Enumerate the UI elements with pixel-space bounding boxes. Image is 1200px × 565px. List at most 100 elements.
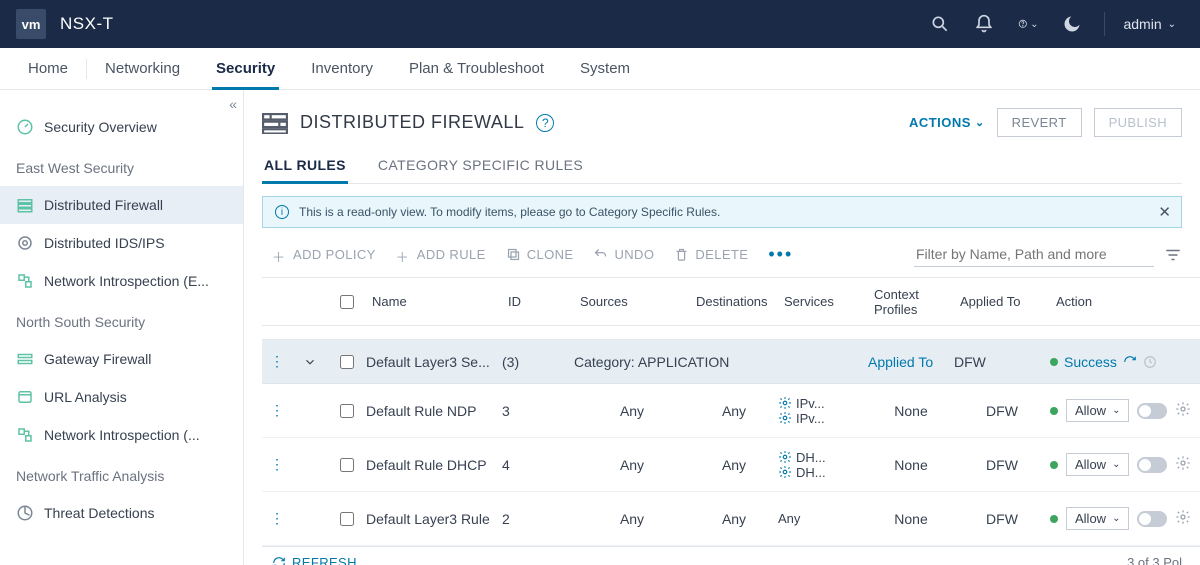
row-count: 3 of 3 Pol bbox=[1127, 555, 1182, 565]
drag-handle-icon[interactable]: ⋮ bbox=[262, 456, 292, 473]
col-services[interactable]: Services bbox=[778, 290, 868, 313]
help-icon[interactable]: ? bbox=[536, 114, 554, 132]
applied-to-link[interactable]: Applied To bbox=[868, 354, 933, 370]
main-panel: DISTRIBUTED FIREWALL ? ACTIONS ⌄ REVERT … bbox=[244, 90, 1200, 565]
row-checkbox[interactable] bbox=[340, 512, 354, 526]
clock-icon bbox=[1143, 355, 1157, 369]
sidebar-collapse-icon[interactable]: « bbox=[229, 96, 237, 112]
drag-handle-icon[interactable]: ⋮ bbox=[262, 353, 292, 370]
rule-toggle[interactable] bbox=[1137, 403, 1167, 419]
col-id[interactable]: ID bbox=[502, 290, 574, 313]
rule-id: 2 bbox=[502, 511, 574, 527]
rule-sources: Any bbox=[574, 403, 690, 419]
rule-toggle[interactable] bbox=[1137, 457, 1167, 473]
sidebar-item-distributed-firewall[interactable]: Distributed Firewall bbox=[0, 186, 243, 224]
add-policy-button[interactable]: ＋ADD POLICY bbox=[272, 247, 376, 262]
table-footer: REFRESH 3 of 3 Pol bbox=[262, 546, 1200, 565]
expand-caret-icon[interactable] bbox=[292, 355, 328, 369]
actions-menu[interactable]: ACTIONS ⌄ bbox=[909, 115, 985, 130]
info-icon: i bbox=[275, 205, 289, 219]
nav-tab-plan-troubleshoot[interactable]: Plan & Troubleshoot bbox=[391, 48, 562, 89]
action-select[interactable]: Allow⌄ bbox=[1066, 453, 1129, 476]
select-all-checkbox[interactable] bbox=[340, 295, 354, 309]
nav-tab-inventory[interactable]: Inventory bbox=[293, 48, 391, 89]
action-select[interactable]: Allow⌄ bbox=[1066, 399, 1129, 422]
refresh-button[interactable]: REFRESH bbox=[272, 555, 357, 565]
toolbar-label: ADD POLICY bbox=[293, 247, 376, 262]
col-destinations[interactable]: Destinations bbox=[690, 290, 778, 313]
col-action[interactable]: Action bbox=[1050, 290, 1200, 313]
sidebar-item-network-introspection-ew[interactable]: Network Introspection (E... bbox=[0, 262, 243, 300]
rule-id: 3 bbox=[502, 403, 574, 419]
rule-destinations: Any bbox=[690, 403, 778, 419]
sidebar-group-north-south: North South Security bbox=[0, 300, 243, 340]
status-text: Success bbox=[1064, 354, 1117, 370]
publish-button[interactable]: PUBLISH bbox=[1094, 108, 1182, 137]
dark-mode-icon[interactable] bbox=[1062, 14, 1082, 34]
nav-tab-system[interactable]: System bbox=[562, 48, 648, 89]
rule-toggle[interactable] bbox=[1137, 511, 1167, 527]
chevron-down-icon: ⌄ bbox=[975, 116, 985, 129]
col-context-profiles[interactable]: Context Profiles bbox=[868, 283, 954, 321]
toolbar-label: UNDO bbox=[614, 247, 654, 262]
sidebar-item-url-analysis[interactable]: URL Analysis bbox=[0, 378, 243, 416]
more-menu[interactable]: ••• bbox=[768, 244, 793, 265]
top-bar: vm NSX-T ⌄ admin ⌄ bbox=[0, 0, 1200, 48]
filter-icon[interactable] bbox=[1164, 246, 1182, 264]
sidebar-item-security-overview[interactable]: Security Overview bbox=[0, 108, 243, 146]
filter-input[interactable] bbox=[914, 242, 1154, 267]
revert-button[interactable]: REVERT bbox=[997, 108, 1082, 137]
table-row[interactable]: ⋮ Default Rule NDP 3 Any Any IPv...IPv..… bbox=[262, 384, 1200, 438]
col-name[interactable]: Name bbox=[366, 290, 502, 313]
toolbar-label: DELETE bbox=[695, 247, 748, 262]
gear-icon[interactable] bbox=[1175, 401, 1191, 420]
clone-button[interactable]: CLONE bbox=[506, 247, 574, 262]
col-sources[interactable]: Sources bbox=[574, 290, 690, 313]
status-dot-icon bbox=[1050, 407, 1058, 415]
close-icon[interactable]: ✕ bbox=[1158, 203, 1171, 221]
drag-handle-icon[interactable]: ⋮ bbox=[262, 510, 292, 527]
row-checkbox[interactable] bbox=[340, 458, 354, 472]
action-select[interactable]: Allow⌄ bbox=[1066, 507, 1129, 530]
primary-nav: Home Networking Security Inventory Plan … bbox=[0, 48, 1200, 90]
nav-tab-security[interactable]: Security bbox=[198, 48, 293, 89]
sidebar-item-distributed-ids-ips[interactable]: Distributed IDS/IPS bbox=[0, 224, 243, 262]
product-name: NSX-T bbox=[60, 14, 114, 34]
gear-icon bbox=[778, 465, 792, 479]
refresh-icon[interactable] bbox=[1123, 355, 1137, 369]
user-menu[interactable]: admin ⌄ bbox=[1123, 16, 1176, 32]
subtab-category-specific[interactable]: CATEGORY SPECIFIC RULES bbox=[376, 151, 585, 183]
rule-applied-to: DFW bbox=[954, 403, 1050, 419]
table-toolbar: ＋ADD POLICY ＋ADD RULE CLONE UNDO DELETE … bbox=[262, 238, 1200, 277]
refresh-label: REFRESH bbox=[292, 555, 357, 565]
gear-icon[interactable] bbox=[1175, 455, 1191, 474]
nav-tab-home[interactable]: Home bbox=[10, 48, 86, 89]
col-applied-to[interactable]: Applied To bbox=[954, 290, 1050, 313]
nav-tab-networking[interactable]: Networking bbox=[87, 48, 198, 89]
rule-applied-to: DFW bbox=[954, 511, 1050, 527]
bell-icon[interactable] bbox=[974, 14, 994, 34]
sidebar-item-label: Gateway Firewall bbox=[44, 351, 151, 367]
table-row[interactable]: ⋮ Default Rule DHCP 4 Any Any DH...DH...… bbox=[262, 438, 1200, 492]
row-checkbox[interactable] bbox=[340, 404, 354, 418]
table-row[interactable]: ⋮ Default Layer3 Rule 2 Any Any Any None… bbox=[262, 492, 1200, 546]
undo-button[interactable]: UNDO bbox=[593, 247, 654, 262]
rules-table: Name ID Sources Destinations Services Co… bbox=[262, 277, 1200, 565]
search-icon[interactable] bbox=[930, 14, 950, 34]
actions-label: ACTIONS bbox=[909, 115, 971, 130]
help-icon[interactable]: ⌄ bbox=[1018, 14, 1038, 34]
delete-button[interactable]: DELETE bbox=[674, 247, 748, 262]
gear-icon[interactable] bbox=[1175, 509, 1191, 528]
policy-section-row[interactable]: ⋮ Default Layer3 Se... (3) Category: APP… bbox=[262, 340, 1200, 384]
section-checkbox[interactable] bbox=[340, 355, 354, 369]
subtab-all-rules[interactable]: ALL RULES bbox=[262, 151, 348, 183]
sidebar-item-network-introspection-ns[interactable]: Network Introspection (... bbox=[0, 416, 243, 454]
sidebar-item-label: Distributed Firewall bbox=[44, 197, 163, 213]
sidebar-item-label: URL Analysis bbox=[44, 389, 127, 405]
drag-handle-icon[interactable]: ⋮ bbox=[262, 402, 292, 419]
rule-profiles: None bbox=[868, 457, 954, 473]
sidebar-item-threat-detections[interactable]: Threat Detections bbox=[0, 494, 243, 532]
rule-services: DH...DH... bbox=[778, 450, 868, 480]
add-rule-button[interactable]: ＋ADD RULE bbox=[396, 247, 486, 262]
sidebar-item-gateway-firewall[interactable]: Gateway Firewall bbox=[0, 340, 243, 378]
